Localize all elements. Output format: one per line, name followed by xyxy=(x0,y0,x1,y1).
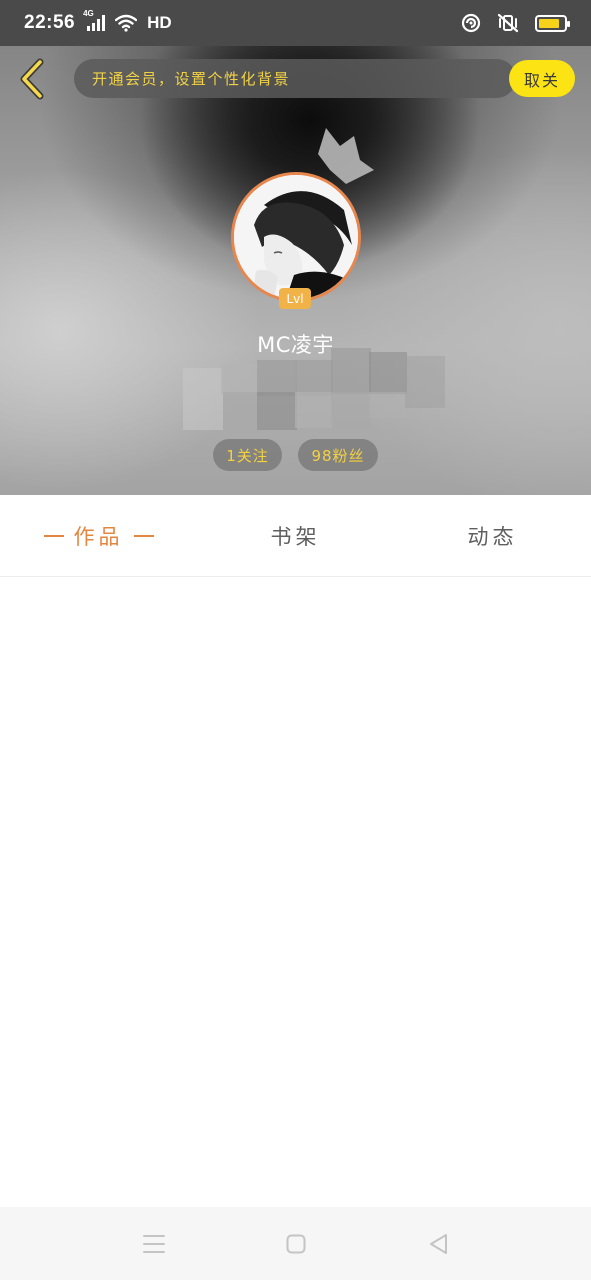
tab-works-label: 作品 xyxy=(73,524,124,549)
tab-bookshelf[interactable]: 书架 xyxy=(197,495,394,576)
tab-indicator-left xyxy=(43,534,64,537)
network-type-label: 4G xyxy=(83,9,94,18)
hd-label: HD xyxy=(147,13,172,32)
back-triangle-icon xyxy=(429,1233,447,1254)
status-time: 22:56 xyxy=(24,12,76,33)
battery-icon xyxy=(535,14,570,32)
status-right xyxy=(461,13,570,33)
back-button[interactable] xyxy=(12,56,52,102)
status-bar: 22:56 4G HD xyxy=(0,0,591,46)
blurred-signature xyxy=(183,348,445,430)
sync-icon xyxy=(461,13,481,33)
tab-activity-label: 动态 xyxy=(467,524,518,549)
avatar[interactable] xyxy=(231,172,361,302)
profile-tabs: 作品 书架 动态 xyxy=(0,495,591,577)
wifi-icon xyxy=(115,14,138,32)
vip-background-banner[interactable]: 开通会员，设置个性化背景 xyxy=(74,59,516,98)
battery-level xyxy=(539,18,560,28)
tab-indicator-right xyxy=(133,534,154,537)
fans-count[interactable]: 98粉丝 xyxy=(298,439,378,471)
home-square-icon xyxy=(286,1234,305,1253)
cellular-signal-icon: 4G xyxy=(83,9,106,31)
back-nav-button[interactable] xyxy=(422,1228,454,1260)
menu-icon xyxy=(142,1234,165,1253)
vip-background-text: 开通会员，设置个性化背景 xyxy=(92,70,291,88)
chevron-left-icon xyxy=(20,58,44,100)
level-badge: Lvl xyxy=(279,288,311,309)
status-left: 22:56 4G HD xyxy=(24,9,172,34)
tab-content-area xyxy=(0,577,591,1207)
avatar-image xyxy=(234,175,358,299)
tab-activity[interactable]: 动态 xyxy=(394,495,591,576)
tab-works[interactable]: 作品 xyxy=(0,495,197,576)
vibrate-mute-icon xyxy=(497,13,519,33)
profile-header: 22:56 4G HD 开通会员，设置个性化背景 取关 Lvl MC凌宇 1关注… xyxy=(0,0,591,495)
tab-bookshelf-label: 书架 xyxy=(270,524,321,549)
unfollow-button[interactable]: 取关 xyxy=(509,60,575,97)
system-nav-bar xyxy=(0,1207,591,1280)
menu-button[interactable] xyxy=(138,1228,170,1260)
home-button[interactable] xyxy=(280,1228,312,1260)
following-count[interactable]: 1关注 xyxy=(213,439,282,471)
